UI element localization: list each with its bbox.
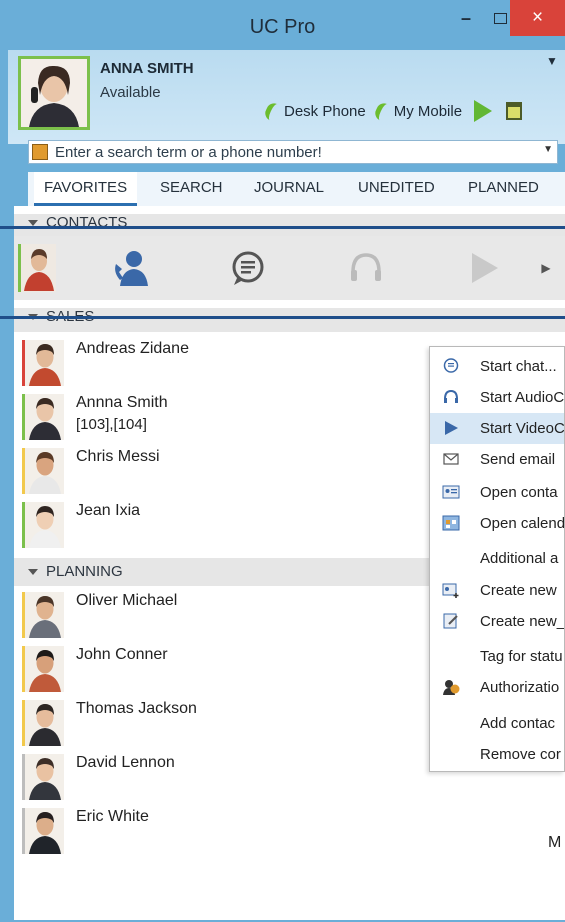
contact-avatar [22,808,64,854]
context-menu-item[interactable]: Start VideoC [430,413,565,444]
contact-avatar [22,448,64,494]
contact-row[interactable]: Eric White [14,804,565,858]
context-menu-item[interactable]: Tag for statu [430,641,564,672]
contact-avatar [22,754,64,800]
contact-name: John Conner [76,646,168,663]
menu-item-label: Open conta [480,484,558,501]
menu-item-label: Remove cor [480,746,561,763]
collapse-icon [28,569,38,576]
menu-item-label: Tag for statu [480,648,563,665]
section-header-sales[interactable]: SALES [14,308,565,332]
menu-item-label: Start AudioC [480,389,565,406]
menu-item-label: Send email [480,451,556,468]
contact-avatar [22,502,64,548]
context-menu-item[interactable]: Create new_ [430,606,565,637]
contact-name: Annna Smith [76,394,168,411]
tab-favorites[interactable]: FAVORITES [34,172,138,206]
profile-menu-icon[interactable]: ▼ [546,54,558,68]
contact-avatar [22,592,64,638]
context-menu-item[interactable]: Start chat... [430,351,564,382]
tab-planned[interactable]: PLANNED [468,172,539,206]
uc-pro-window: UC Pro – × ANNA SMITH Available ▼ Desk P… [0,0,565,922]
contact-avatar [22,646,64,692]
context-menu-item[interactable]: Create new [430,575,564,606]
play-icon[interactable] [474,100,493,122]
menu-item-icon [442,388,460,406]
calendar-icon[interactable] [506,102,523,120]
tab-unedited[interactable]: UNEDITED [358,172,435,206]
context-menu-item[interactable]: Open conta [430,477,564,508]
menu-item-icon [442,450,460,468]
close-button[interactable]: × [510,0,565,36]
contact-name: Oliver Michael [76,592,178,609]
menu-item-icon [442,419,460,437]
context-menu-item[interactable]: Remove cor [430,739,564,770]
toolbar-more-icon[interactable]: ▶ [534,246,558,290]
truncated-label: M [548,834,562,851]
user-name: ANNA SMITH [100,60,194,77]
contact-name: Jean Ixia [76,502,141,519]
tab-journal[interactable]: JOURNAL [254,172,324,206]
menu-item-label: Start chat... [480,358,557,375]
video-play-icon[interactable] [462,246,506,290]
desk-phone-option[interactable]: Desk Phone [262,100,366,122]
context-menu-item[interactable]: Send email [430,444,564,475]
maximize-icon [493,12,507,24]
context-menu-item[interactable]: Authorizatio [430,672,564,703]
menu-item-label: Additional a [480,550,559,567]
annotation-line-bottom [0,316,565,319]
presence-status[interactable]: Available [100,84,161,101]
contact-context-menu: Start chat... Start AudioC Start VideoC Sen… [429,346,565,772]
title-bar: UC Pro – × [0,0,565,50]
handset-icon [372,100,390,122]
handset-icon [262,100,280,122]
contact-name: Thomas Jackson [76,700,197,717]
phone-selector: Desk Phone My Mobile [262,100,523,122]
context-menu-item[interactable]: Start AudioC [430,382,565,413]
selected-contact-avatar[interactable] [18,244,56,292]
menu-item-icon [442,581,460,599]
menu-item-label: Create new [480,582,557,599]
contact-name: David Lennon [76,754,175,771]
menu-item-icon [442,612,460,630]
mobile-option[interactable]: My Mobile [372,100,462,122]
address-book-icon [32,144,48,160]
tab-search[interactable]: SEARCH [160,172,223,206]
contact-name: Eric White [76,808,149,825]
menu-item-icon [442,357,460,375]
avatar-portrait-icon [21,59,87,127]
contact-action-toolbar: ▶ [14,236,565,300]
contact-name: Andreas Zidane [76,340,189,357]
menu-item-icon [442,483,460,501]
context-menu-item[interactable]: Add contac [430,708,564,739]
menu-item-icon [442,678,460,696]
menu-item-label: Create new_ [480,613,565,630]
search-placeholder: Enter a search term or a phone number! [55,144,322,161]
context-menu-item[interactable]: Additional a [430,543,564,574]
dropdown-arrow-icon[interactable]: ▼ [543,144,553,155]
menu-item-icon [442,514,460,532]
tab-bar: FAVORITES SEARCH JOURNAL UNEDITED PLANNE… [28,172,565,206]
headset-icon[interactable] [344,246,388,290]
menu-item-label: Start VideoC [480,420,565,437]
call-contact-icon[interactable] [108,246,152,290]
menu-item-label: Add contac [480,715,556,732]
chat-icon[interactable] [226,246,270,290]
minimize-button[interactable]: – [448,0,484,36]
menu-item-label: Authorizatio [480,679,560,696]
contact-extension: [103],[104] [76,416,147,433]
menu-item-label: Open calend [480,515,565,532]
context-menu-item[interactable]: Open calend [430,508,565,539]
contact-avatar [22,394,64,440]
profile-panel: ANNA SMITH Available ▼ Desk Phone My Mob… [8,50,565,144]
contact-avatar [22,340,64,386]
search-input[interactable]: Enter a search term or a phone number! ▼ [28,140,558,164]
contact-avatar [22,700,64,746]
user-avatar[interactable] [18,56,90,130]
annotation-line-top [0,226,565,229]
contact-name: Chris Messi [76,448,160,465]
